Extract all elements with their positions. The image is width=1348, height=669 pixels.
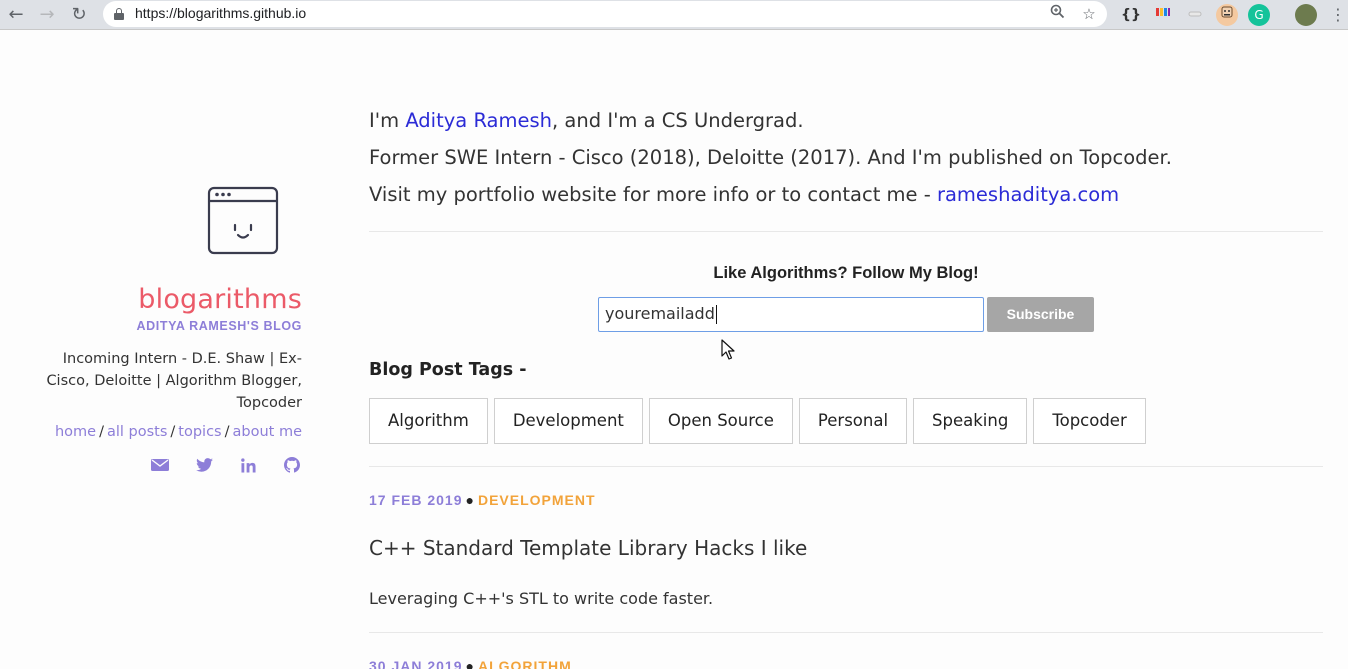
tag-topcoder[interactable]: Topcoder [1033,398,1146,444]
intro-text-part: Visit my portfolio website for more info… [369,183,937,206]
intro-line-2: Former SWE Intern - Cisco (2018), Deloit… [369,146,1172,169]
profile-avatar[interactable] [1295,4,1317,26]
divider [369,632,1323,633]
social-links [150,456,302,474]
github-icon[interactable] [282,456,302,474]
tag-open-source[interactable]: Open Source [648,398,793,444]
tags-heading: Blog Post Tags - [369,360,527,380]
email-icon[interactable] [150,456,170,474]
nav-link-all-posts[interactable]: all posts [107,424,167,440]
zoom-icon[interactable] [1046,3,1068,25]
intro-text-part: , and I'm a CS Undergrad. [552,109,804,132]
lock-icon [114,8,124,20]
mouse-cursor-icon [721,339,735,360]
linkedin-icon[interactable] [238,456,258,474]
color-extension-icon[interactable] [1152,4,1174,26]
main-content: I'm Aditya Ramesh, and I'm a CS Undergra… [369,30,1323,669]
divider [369,231,1323,232]
browser-window-smiley-icon [207,186,279,255]
portfolio-link[interactable]: rameshaditya.com [937,183,1119,206]
tag-list: Algorithm Development Open Source Person… [369,398,1146,444]
address-bar[interactable]: https://blogarithms.github.io ☆ [103,1,1107,27]
nav-separator: / [170,424,176,440]
email-input[interactable]: youremailadd [598,297,984,332]
nav-separator: / [224,424,230,440]
subscribe-button[interactable]: Subscribe [987,297,1094,332]
post-category[interactable]: ALGORITHM [478,658,572,669]
nav-separator: / [99,424,104,440]
browser-toolbar: ← → ↻ https://blogarithms.github.io ☆ {}… [0,0,1348,30]
intro-text: I'm Aditya Ramesh, and I'm a CS Undergra… [369,102,1172,213]
email-input-value: youremailadd [605,304,715,323]
url-text: https://blogarithms.github.io [135,5,307,21]
tag-speaking[interactable]: Speaking [913,398,1028,444]
intro-line-3: Visit my portfolio website for more info… [369,176,1172,213]
minimal-extension-icon[interactable] [1184,4,1206,26]
post-meta: 30 JAN 2019 ● ALGORITHM [369,658,572,669]
site-description: Incoming Intern - D.E. Shaw | Ex-Cisco, … [46,351,302,411]
grammarly-icon[interactable]: G [1248,4,1270,26]
twitter-icon[interactable] [194,456,214,474]
sidebar: blogarithms ADITYA RAMESH'S BLOG Incomin… [0,30,330,669]
intro-line-1: I'm Aditya Ramesh, and I'm a CS Undergra… [369,102,1172,139]
nav-link-topics[interactable]: topics [178,424,221,440]
text-caret [715,305,717,324]
kebab-menu-icon[interactable]: ⋮ [1327,4,1348,26]
post-category[interactable]: DEVELOPMENT [478,492,596,508]
post-date: 30 JAN 2019 [369,658,463,669]
nav-link-about-me[interactable]: about me [233,424,303,440]
back-icon[interactable]: ← [5,4,27,26]
tag-algorithm[interactable]: Algorithm [369,398,488,444]
post-date: 17 FEB 2019 [369,492,463,508]
site-subtitle: ADITYA RAMESH'S BLOG [136,319,302,333]
avatar-extension-icon[interactable] [1216,4,1238,26]
tag-personal[interactable]: Personal [798,398,908,444]
author-link[interactable]: Aditya Ramesh [405,109,552,132]
forward-icon[interactable]: → [36,4,58,26]
nav-link-home[interactable]: home [55,424,96,440]
meta-separator: ● [465,658,475,669]
braces-extension-icon[interactable]: {} [1120,4,1142,26]
post-excerpt: Leveraging C++'s STL to write code faste… [369,589,714,608]
sidebar-nav: home / all posts / topics / about me [55,424,302,440]
post-title[interactable]: C++ Standard Template Library Hacks I li… [369,536,807,560]
divider [369,466,1323,467]
post-meta: 17 FEB 2019 ● DEVELOPMENT [369,492,596,508]
intro-text-part: I'm [369,109,406,132]
follow-heading: Like Algorithms? Follow My Blog! [713,264,979,282]
reload-icon[interactable]: ↻ [68,4,90,26]
meta-separator: ● [465,492,475,508]
site-title[interactable]: blogarithms [138,284,302,315]
tag-development[interactable]: Development [493,398,643,444]
star-icon[interactable]: ☆ [1078,3,1100,25]
